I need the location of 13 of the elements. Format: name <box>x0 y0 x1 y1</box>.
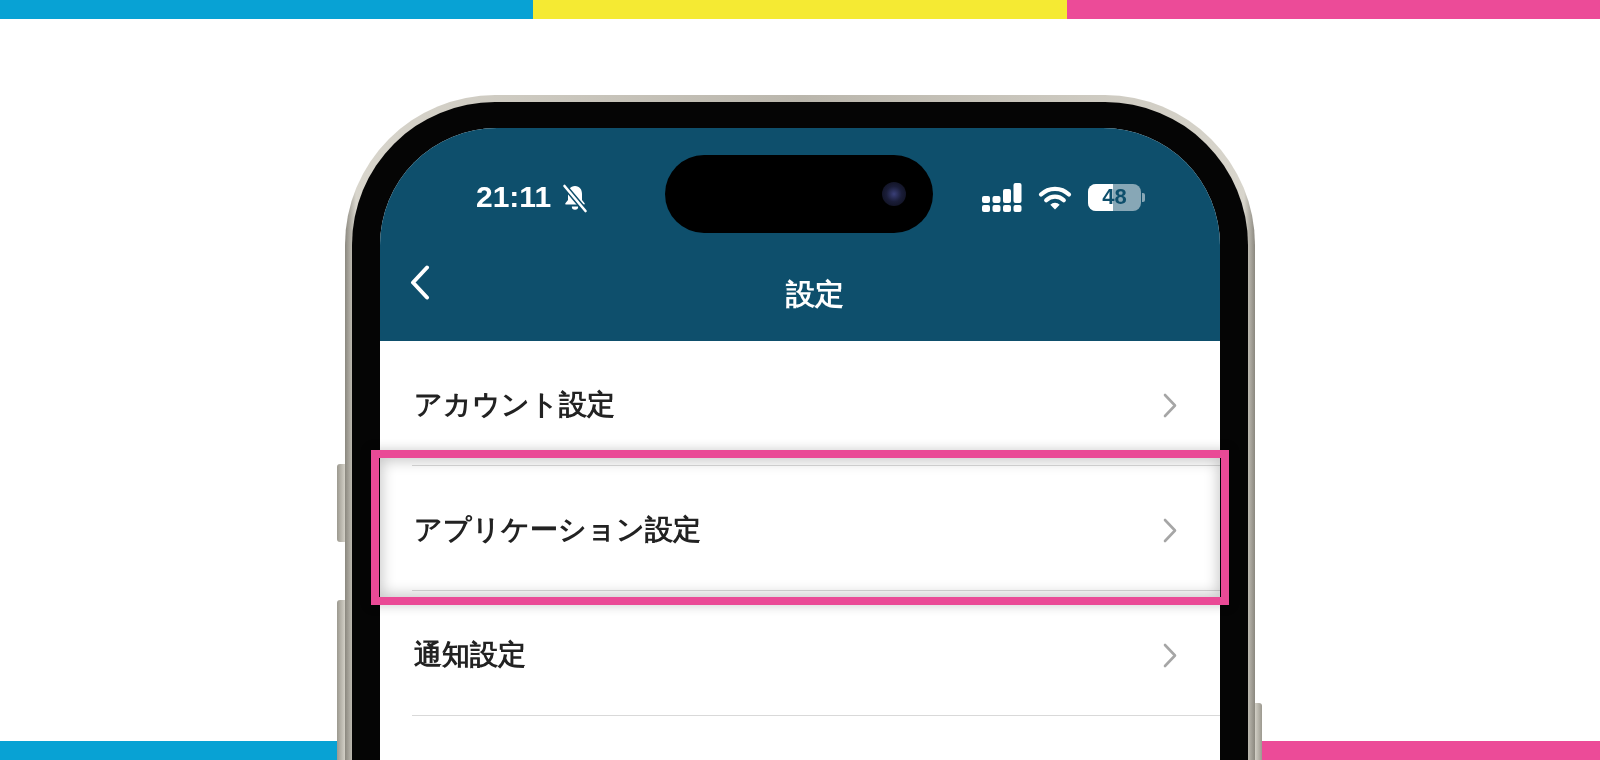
chevron-right-icon <box>1163 642 1177 668</box>
chevron-right-icon <box>1163 392 1177 418</box>
wifi-icon <box>1038 184 1072 210</box>
settings-row[interactable]: アプリケーション設定 <box>380 466 1220 591</box>
screen-title: 設定 <box>786 277 844 312</box>
signal-icon <box>982 182 1022 212</box>
camera-lens-icon <box>882 182 906 206</box>
chevron-right-icon <box>1163 517 1177 543</box>
side-key <box>1255 703 1262 760</box>
settings-row[interactable]: 通知設定 <box>380 591 1220 716</box>
settings-row[interactable]: アカウント設定 <box>380 341 1220 466</box>
status-time: 21:11 <box>476 180 552 214</box>
back-chevron-icon[interactable] <box>410 265 430 300</box>
